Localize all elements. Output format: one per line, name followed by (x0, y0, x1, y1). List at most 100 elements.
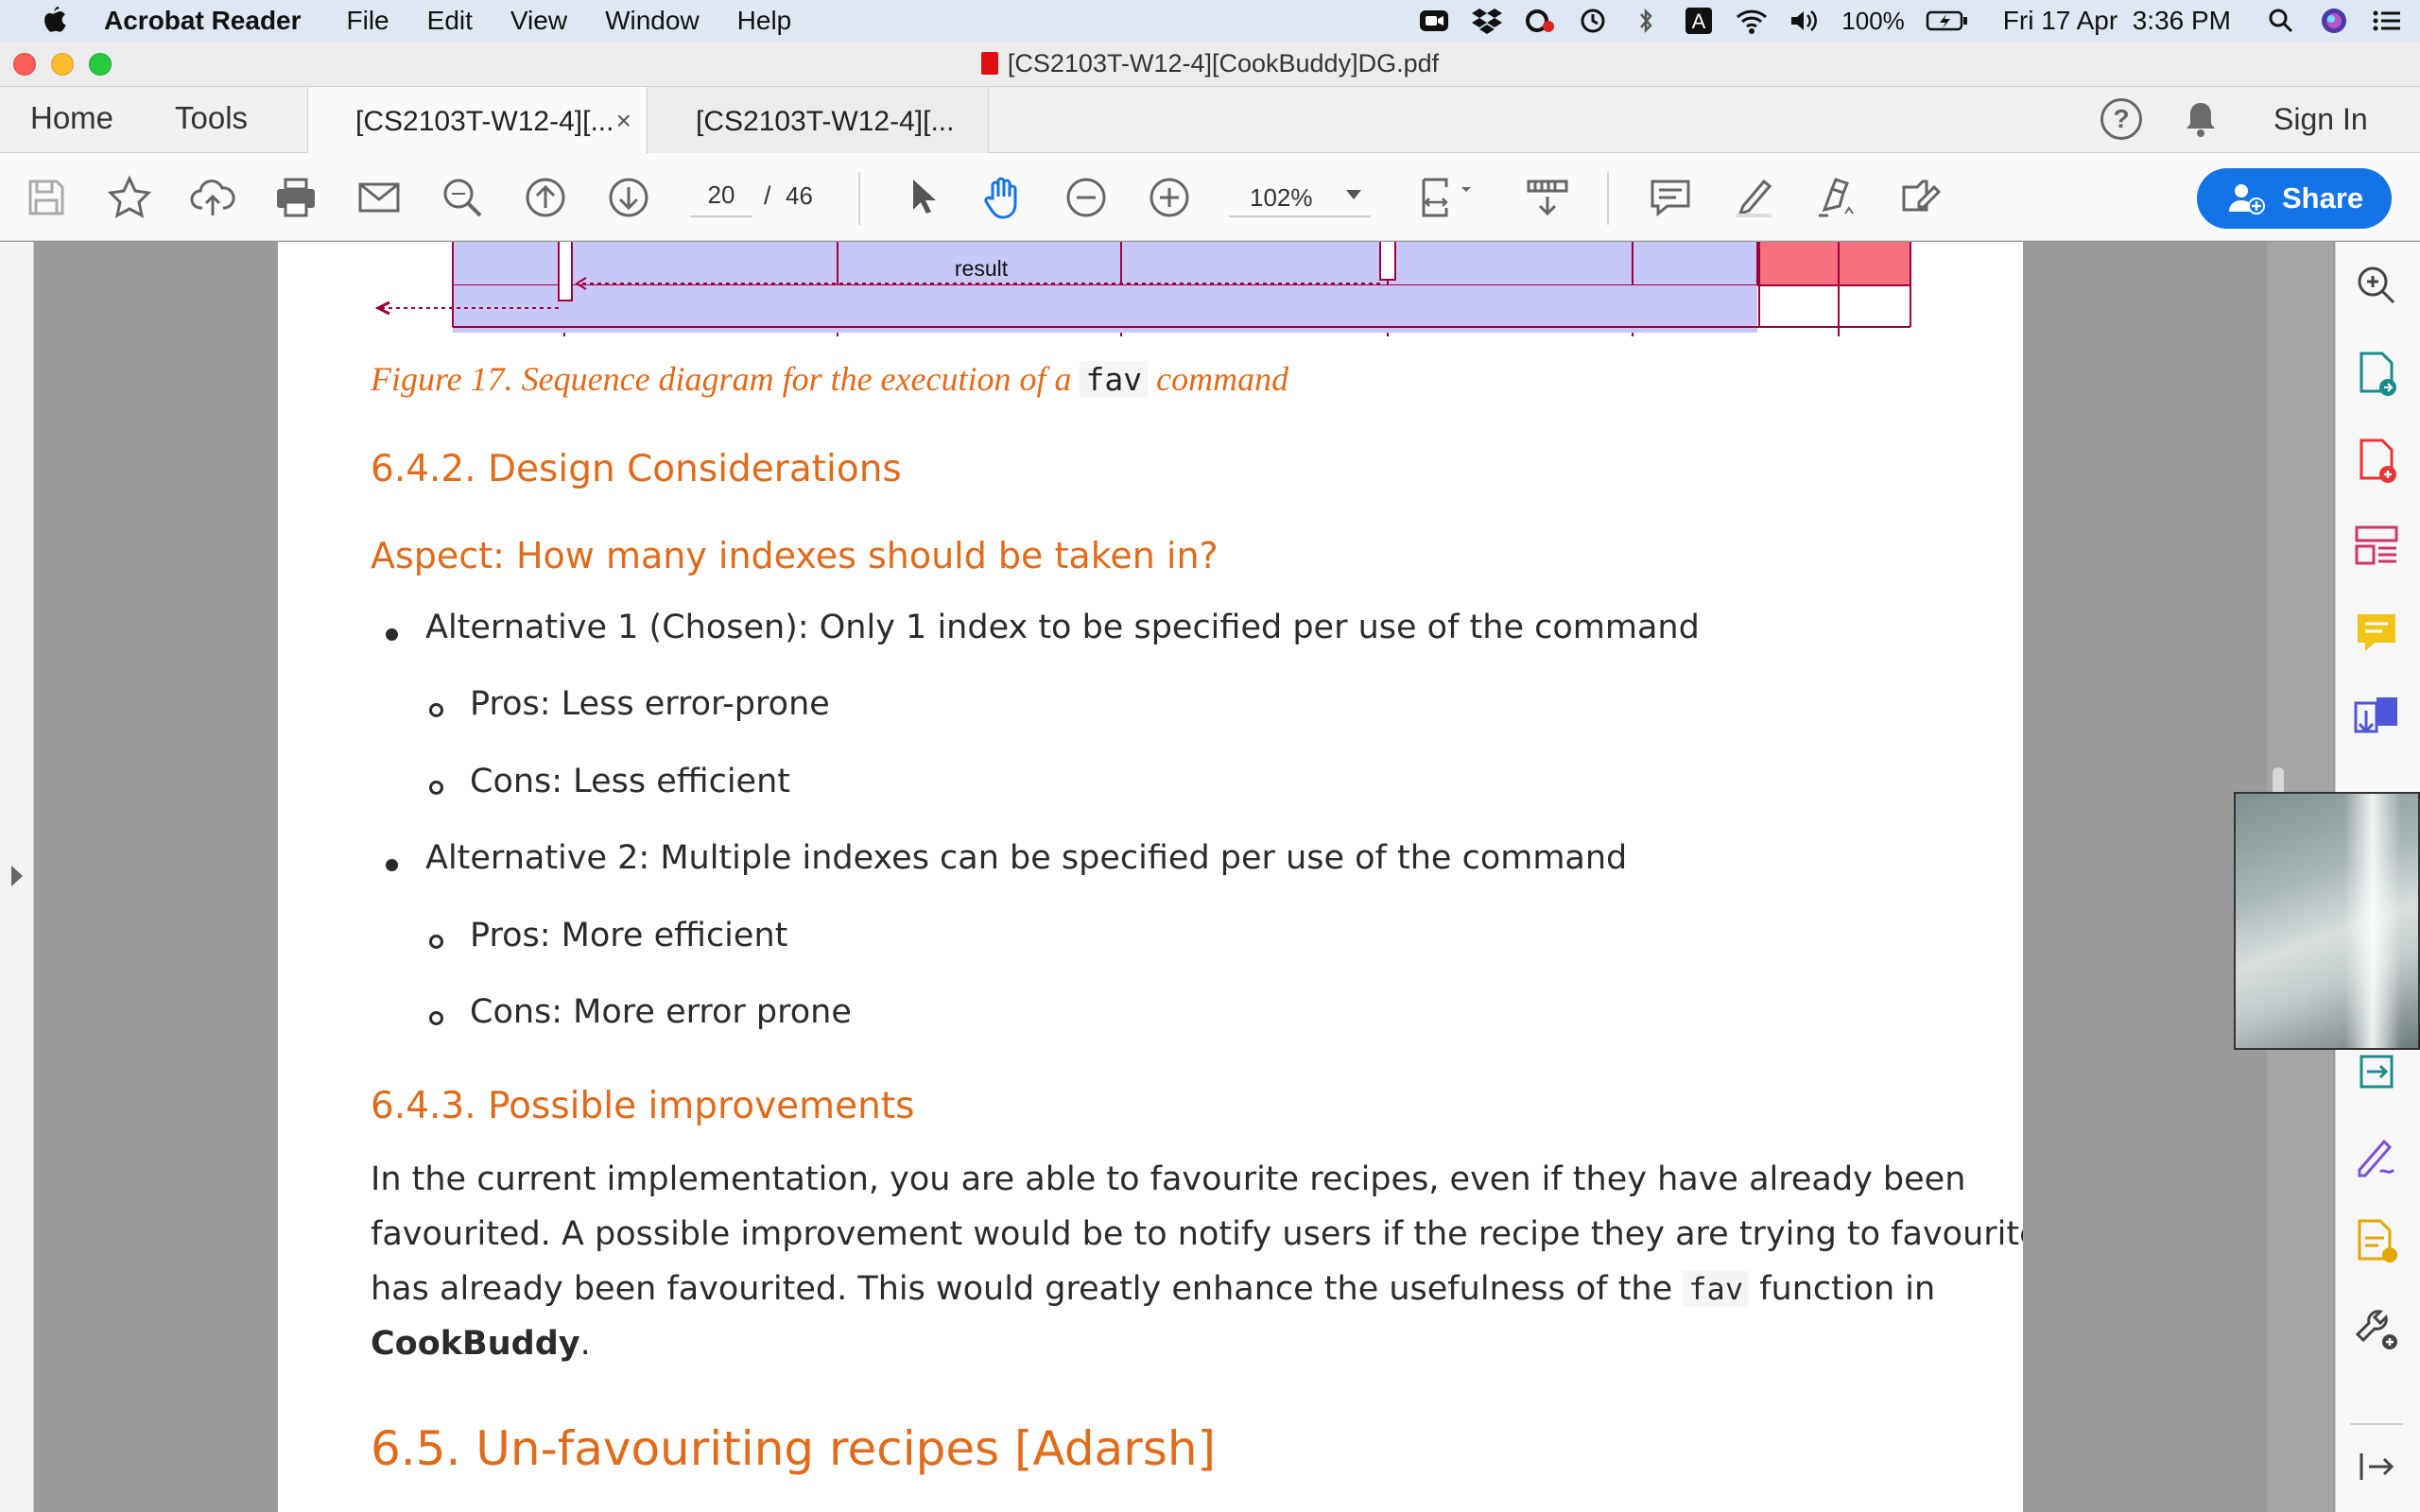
paragraph-line: CookBuddy. (371, 1325, 591, 1363)
draw-sign-icon[interactable] (1813, 174, 1860, 221)
toolbar-divider (858, 172, 860, 225)
apple-logo-icon[interactable] (38, 4, 70, 38)
bluetooth-icon[interactable] (1630, 7, 1662, 35)
sub-bullet (429, 1011, 443, 1025)
sub-bullet (429, 703, 443, 717)
activation-bar (1379, 242, 1396, 281)
email-icon[interactable] (355, 174, 403, 221)
menu-view[interactable]: View (510, 6, 567, 36)
scroll-mode-icon[interactable] (1524, 174, 1571, 221)
spotlight-search-icon[interactable] (2265, 7, 2297, 35)
document-tab-label: [CS2103T-W12-4][... (696, 106, 955, 137)
section-heading-unfavourite: 6.5. Un-favouriting recipes [Adarsh] (371, 1421, 1217, 1476)
list-item: Alternative 2: Multiple indexes can be s… (425, 839, 1628, 877)
bookmark-star-icon[interactable] (106, 174, 153, 221)
menu-edit[interactable]: Edit (427, 6, 473, 36)
collapse-pane-icon[interactable] (2352, 1442, 2401, 1491)
select-cursor-icon[interactable] (898, 174, 945, 221)
export-pdf-icon[interactable] (2352, 350, 2401, 399)
time-machine-icon[interactable] (1577, 7, 1609, 35)
page-number-input[interactable] (690, 174, 752, 217)
webcam-light-streak (2344, 794, 2401, 1048)
help-button[interactable]: ? (2100, 98, 2142, 140)
dropbox-icon[interactable] (1471, 7, 1503, 35)
paragraph-line: has already been favourited. This would … (371, 1270, 1935, 1308)
comment-icon[interactable] (1647, 174, 1694, 221)
document-tab-active[interactable]: [CS2103T-W12-4][... × (307, 87, 648, 153)
list-item: Alternative 1 (Chosen): Only 1 index to … (425, 609, 1700, 646)
paragraph-line: favourited. A possible improvement would… (371, 1215, 2023, 1253)
webcam-preview-overlay[interactable] (2234, 792, 2420, 1050)
next-page-icon[interactable] (605, 174, 652, 221)
diagram-frame (452, 242, 1758, 286)
menu-app-name[interactable]: Acrobat Reader (104, 6, 302, 36)
pdf-page: result Figure 17. Sequence diagram for t… (278, 242, 2023, 1512)
share-button[interactable]: Share (2197, 168, 2392, 229)
highlight-pen-icon[interactable] (1730, 174, 1777, 221)
tab-bar: Home Tools [CS2103T-W12-4][... × [CS2103… (0, 87, 2420, 153)
document-tab[interactable]: [CS2103T-W12-4][... (648, 87, 989, 153)
main-toolbar: / 46 102% Share (0, 153, 2420, 241)
fill-and-sign-icon[interactable] (2352, 1132, 2401, 1181)
bullet (386, 859, 398, 871)
diagram-lower-fill (453, 285, 1757, 333)
upload-cloud-icon[interactable] (189, 174, 236, 221)
creative-cloud-icon[interactable] (1524, 7, 1556, 35)
section-heading-improvements: 6.4.3. Possible improvements (371, 1085, 915, 1127)
siri-icon[interactable] (2318, 7, 2350, 35)
input-source-icon[interactable]: A (1683, 7, 1715, 35)
save-icon[interactable] (23, 174, 70, 221)
search-zoom-icon[interactable] (439, 174, 486, 221)
chevron-down-icon (1346, 190, 1361, 199)
menubar-clock[interactable]: Fri 17 Apr 3:36 PM (2003, 6, 2231, 36)
compress-pdf-icon[interactable] (2352, 694, 2401, 743)
list-item: Pros: More efficient (470, 917, 788, 954)
hand-tool-icon[interactable] (979, 174, 1027, 221)
pane-divider (2350, 1423, 2403, 1425)
zoom-level-select[interactable]: 102% (1229, 174, 1371, 217)
bullet (386, 628, 398, 641)
sub-bullet (429, 781, 443, 795)
create-pdf-icon[interactable] (2352, 437, 2401, 486)
fill-sign-icon[interactable] (1896, 174, 1944, 221)
battery-charging-icon[interactable] (1926, 7, 1969, 35)
inline-code: fav (1683, 1271, 1750, 1307)
menu-file[interactable]: File (347, 6, 389, 36)
paragraph-line: In the current implementation, you are a… (371, 1160, 1966, 1198)
zoom-video-icon[interactable] (1418, 7, 1450, 35)
left-navigation-pane[interactable] (0, 242, 34, 1512)
zoom-out-icon[interactable] (1063, 174, 1110, 221)
comment-tool-icon[interactable] (2352, 609, 2401, 658)
notification-center-icon[interactable] (2371, 7, 2403, 35)
volume-icon[interactable] (1789, 7, 1821, 35)
figure-caption: Figure 17. Sequence diagram for the exec… (371, 359, 1288, 399)
zoom-in-icon[interactable] (1146, 174, 1193, 221)
organize-pages-icon[interactable] (2352, 522, 2401, 571)
notifications-bell-icon[interactable] (2180, 98, 2221, 140)
tab-home[interactable]: Home (30, 100, 113, 136)
paragraph-text: function in (1749, 1270, 1936, 1308)
activation-bar (558, 242, 573, 301)
share-label: Share (2282, 181, 2364, 215)
macos-menu-bar: Acrobat Reader File Edit View Window Hel… (0, 0, 2420, 42)
list-item: Cons: Less efficient (470, 763, 790, 800)
expand-pane-icon[interactable] (11, 866, 23, 886)
previous-page-icon[interactable] (522, 174, 569, 221)
svg-text:A: A (1692, 9, 1706, 33)
diagram-message-label: result (955, 256, 1009, 281)
menu-window[interactable]: Window (605, 6, 700, 36)
more-tools-icon[interactable] (2352, 1304, 2401, 1353)
tab-tools[interactable]: Tools (175, 100, 248, 136)
send-pdf-icon[interactable] (2352, 1047, 2401, 1096)
paragraph-text: has already been favourited. This would … (371, 1270, 1684, 1308)
send-for-comments-icon[interactable] (2352, 1217, 2401, 1266)
menu-help[interactable]: Help (737, 6, 792, 36)
sign-in-button[interactable]: Sign In (2273, 102, 2368, 137)
wifi-icon[interactable] (1736, 7, 1768, 35)
search-zoom-icon[interactable] (2352, 261, 2401, 310)
fit-page-icon[interactable] (1418, 174, 1477, 221)
print-icon[interactable] (272, 174, 320, 221)
page-separator: / (764, 181, 771, 210)
page-total: 46 (786, 181, 813, 210)
close-tab-icon[interactable]: × (616, 106, 631, 136)
